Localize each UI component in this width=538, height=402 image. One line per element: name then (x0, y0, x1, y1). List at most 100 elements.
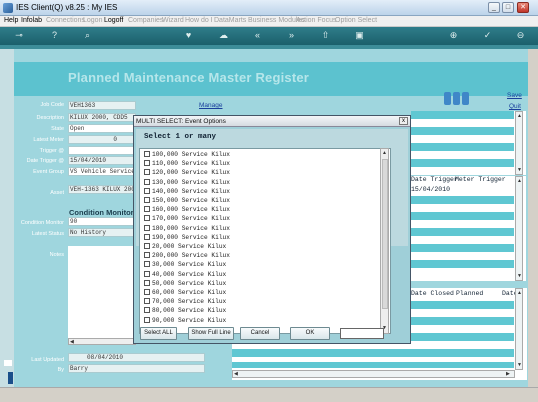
event-option-item[interactable]: 50,000 Service Kilux (144, 279, 226, 289)
menu-how-do-i[interactable]: How do I (185, 17, 213, 24)
description-field[interactable]: KILUX 2000, CDD5 (68, 113, 136, 122)
menu-action-focus[interactable]: Action Focus (296, 17, 336, 24)
trigger-table-scrollbar[interactable]: ▲ ▼ (515, 176, 523, 281)
checkbox[interactable] (144, 197, 150, 203)
event-option-item[interactable]: 190,000 Service Kilux (144, 233, 230, 243)
event-option-item[interactable]: 30,000 Service Kilux (144, 261, 226, 270)
heart-icon[interactable]: ♥ (183, 30, 194, 41)
minimize-button[interactable]: _ (488, 2, 500, 13)
history-vscroll[interactable]: ▲ ▼ (515, 288, 523, 370)
check-icon[interactable]: ✓ (482, 30, 493, 41)
condition-monitor-field[interactable]: 90 (68, 217, 136, 226)
event-option-item[interactable]: 40,000 Service Kilux (144, 270, 226, 280)
event-option-item[interactable]: 120,000 Service Kilux (144, 169, 230, 178)
checkbox[interactable] (144, 151, 150, 157)
manage-link[interactable]: Manage (199, 102, 223, 109)
scroll-left-icon[interactable]: ◀ (70, 339, 74, 345)
event-option-item[interactable]: 60,000 Service Kilux (144, 289, 226, 298)
save-link[interactable]: Save (507, 92, 522, 99)
checkbox[interactable] (144, 307, 150, 314)
event-option-item[interactable]: 170,000 Service Kilux (144, 215, 230, 224)
event-group-field[interactable]: VS Vehicle Service (68, 167, 136, 176)
close-button[interactable]: ✕ (517, 2, 529, 13)
menu-infolab[interactable]: Infolab (21, 17, 42, 24)
menu-logon[interactable]: Logon (83, 17, 102, 24)
checkbox[interactable] (144, 289, 150, 295)
notes-hscroll[interactable]: ◀ (68, 338, 136, 345)
notes-textarea[interactable] (68, 246, 136, 344)
ok-button[interactable]: OK (290, 327, 330, 340)
menu-companies[interactable]: Companies (128, 17, 163, 24)
event-option-item[interactable]: 200,000 Service Kilux (144, 252, 230, 261)
scroll-right-icon[interactable]: ▶ (506, 371, 510, 377)
rewind-icon[interactable]: « (252, 30, 263, 41)
checkbox[interactable] (144, 316, 150, 323)
scroll-down-icon[interactable]: ▼ (517, 362, 522, 368)
scroll-thumb[interactable] (382, 159, 388, 309)
dialog-close-button[interactable]: x (399, 117, 408, 125)
checkbox[interactable] (144, 279, 150, 286)
table-row[interactable]: 15/04/2010 (411, 186, 514, 194)
event-option-item[interactable]: 70,000 Service Kilux (144, 298, 226, 307)
checkbox[interactable] (144, 298, 150, 305)
cloud-icon[interactable]: ☁ (218, 30, 229, 41)
scroll-down-icon[interactable]: ▼ (517, 273, 522, 279)
date-trigger-field[interactable]: 15/04/2010 (68, 156, 136, 165)
menu-connections[interactable]: Connections (46, 17, 85, 24)
checkbox[interactable] (144, 160, 150, 167)
checkbox[interactable] (144, 215, 150, 222)
scroll-left-icon[interactable]: ◀ (234, 371, 238, 377)
show-full-line-button[interactable]: Show Full Line (188, 327, 234, 340)
cancel-button[interactable]: Cancel (240, 327, 280, 340)
help-icon[interactable]: ? (49, 30, 60, 41)
checkbox[interactable] (144, 224, 150, 231)
asset-field[interactable]: VEH-1363 KILUX 200 (68, 185, 136, 194)
checkbox[interactable] (144, 206, 150, 213)
checkbox[interactable] (144, 270, 150, 277)
checkbox[interactable] (144, 169, 150, 176)
checkbox[interactable] (144, 261, 150, 268)
event-option-item[interactable]: 130,000 Service Kilux (144, 178, 230, 188)
event-option-item[interactable]: 90,000 Service Kilux (144, 316, 226, 326)
search-icon[interactable]: ⌕ (82, 30, 93, 41)
event-option-item[interactable]: 80,000 Service Kilux (144, 307, 226, 316)
menu-logoff[interactable]: Logoff (104, 17, 123, 24)
quit-link[interactable]: Quit (509, 103, 521, 110)
side-tab[interactable] (8, 372, 13, 384)
event-option-item[interactable]: 160,000 Service Kilux (144, 206, 230, 215)
trigger-field[interactable] (68, 146, 136, 155)
checkbox[interactable] (144, 233, 150, 240)
scroll-up-icon[interactable]: ▲ (517, 290, 522, 296)
menu-datamarts[interactable]: DataMarts (214, 17, 246, 24)
event-option-item[interactable]: 150,000 Service Kilux (144, 197, 230, 206)
top-table-scrollbar[interactable]: ▲ ▼ (515, 111, 523, 175)
event-option-item[interactable]: 140,000 Service Kilux (144, 187, 230, 197)
event-option-item[interactable]: 100,000 Service Kilux (144, 151, 230, 160)
scroll-down-icon[interactable]: ▼ (517, 167, 522, 173)
select-all-button[interactable]: Select ALL (140, 327, 177, 340)
add-icon[interactable]: ⊕ (448, 30, 459, 41)
maximize-button[interactable]: □ (502, 2, 514, 13)
key-icon[interactable]: ⊸ (10, 30, 28, 41)
checkbox[interactable] (144, 187, 150, 194)
menu-option-select[interactable]: Option Select (335, 17, 377, 24)
job-code-field[interactable]: VEH1363 (68, 101, 136, 110)
event-option-item[interactable]: 20,000 Service Kilux (144, 243, 226, 252)
event-option-item[interactable]: 180,000 Service Kilux (144, 224, 230, 234)
scroll-up-icon[interactable]: ▲ (382, 150, 387, 156)
scroll-up-icon[interactable]: ▲ (517, 178, 522, 184)
checkbox[interactable] (144, 178, 150, 185)
fast-forward-icon[interactable]: » (286, 30, 297, 41)
minus-icon[interactable]: ⊖ (515, 30, 526, 41)
event-option-item[interactable]: 110,000 Service Kilux (144, 160, 230, 169)
dialog-text-input[interactable] (340, 328, 384, 339)
scroll-up-icon[interactable]: ▲ (517, 113, 522, 119)
checkbox[interactable] (144, 252, 150, 259)
checkbox[interactable] (144, 243, 150, 249)
menu-wizard[interactable]: Wizard (162, 17, 184, 24)
event-options-list[interactable]: 100,000 Service Kilux 110,000 Service Kil… (139, 148, 391, 334)
state-select[interactable]: Open (68, 124, 136, 133)
history-hscroll[interactable]: ◀ ▶ (232, 370, 515, 378)
menu-help[interactable]: Help (4, 17, 18, 24)
upload-icon[interactable]: ⇧ (320, 30, 331, 41)
